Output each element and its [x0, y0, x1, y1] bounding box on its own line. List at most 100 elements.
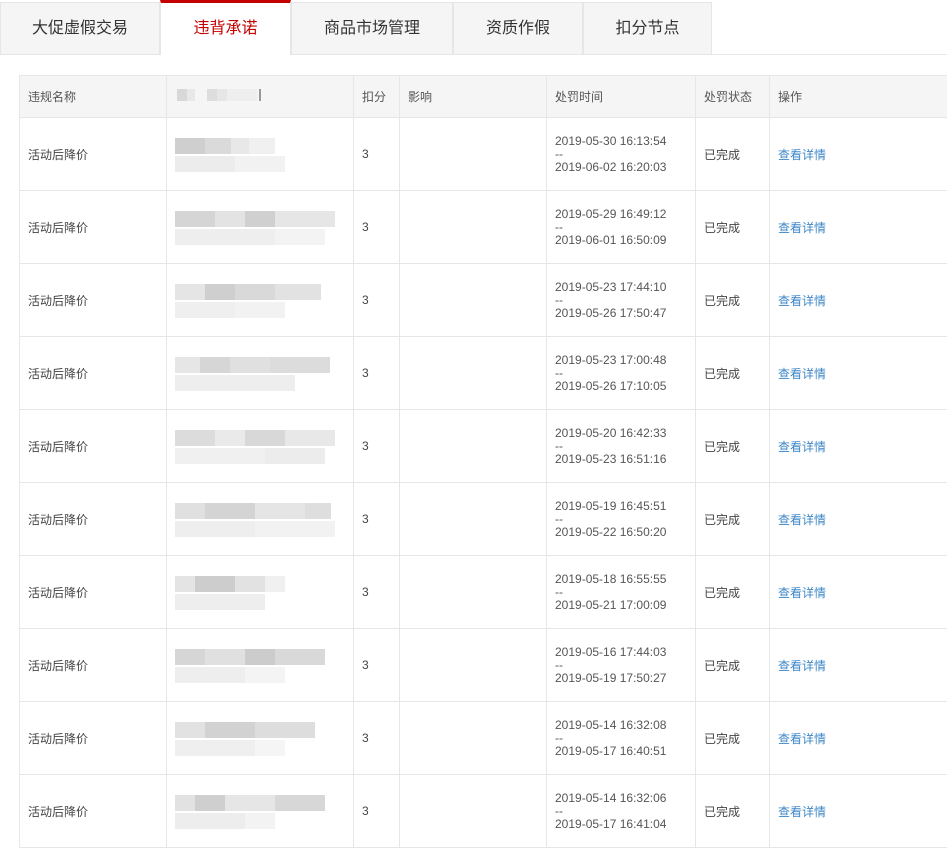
view-details-link[interactable]: 查看详情 — [778, 367, 826, 381]
cell-action: 查看详情 — [769, 774, 947, 848]
penalty-time-sep: -- — [555, 292, 563, 307]
penalty-time-sep: -- — [555, 365, 563, 380]
penalty-time-sep: -- — [555, 511, 563, 526]
cell-points: 3 — [353, 190, 400, 264]
redacted-product-mosaic — [175, 710, 345, 766]
table-row: 活动后降价 3 2019-05-14 16:32:06 -- 2019-05-17 16… — [19, 774, 947, 848]
violations-table: 违规名称 扣分 影响 处罚时间 处罚状态 操作 活动后降价 3 2019-05-… — [19, 75, 947, 848]
view-details-link[interactable]: 查看详情 — [778, 148, 826, 162]
penalty-time-end: 2019-06-02 16:20:03 — [555, 159, 667, 174]
table-row: 活动后降价 3 2019-05-29 16:49:12 -- 2019-06-01 16… — [19, 190, 947, 264]
cell-action: 查看详情 — [769, 117, 947, 191]
view-details-link[interactable]: 查看详情 — [778, 732, 826, 746]
cell-penalty-time: 2019-05-23 17:44:10 -- 2019-05-26 17:50:47 — [546, 263, 696, 337]
header-impact: 影响 — [399, 75, 547, 118]
view-details-link[interactable]: 查看详情 — [778, 513, 826, 527]
penalty-time-start: 2019-05-23 17:00:48 — [555, 352, 667, 367]
penalty-time-start: 2019-05-16 17:44:03 — [555, 644, 667, 659]
view-details-link[interactable]: 查看详情 — [778, 586, 826, 600]
redacted-product-mosaic — [175, 199, 345, 255]
table-row: 活动后降价 3 2019-05-14 16:32:08 -- 2019-05-17 16… — [19, 701, 947, 775]
penalty-time-start: 2019-05-14 16:32:06 — [555, 790, 667, 805]
cell-impact — [399, 628, 547, 702]
redacted-product-mosaic — [175, 491, 345, 547]
penalty-time-end: 2019-05-26 17:10:05 — [555, 378, 667, 393]
penalty-time-end: 2019-06-01 16:50:09 — [555, 232, 667, 247]
redacted-product-mosaic — [175, 637, 345, 693]
penalty-time-start: 2019-05-23 17:44:10 — [555, 279, 667, 294]
penalty-time-end: 2019-05-21 17:00:09 — [555, 597, 667, 612]
cell-impact — [399, 190, 547, 264]
cell-action: 查看详情 — [769, 190, 947, 264]
view-details-link[interactable]: 查看详情 — [778, 294, 826, 308]
tab-breach-of-promise[interactable]: 违背承诺 — [160, 0, 291, 55]
cell-action: 查看详情 — [769, 555, 947, 629]
penalty-time-sep: -- — [555, 730, 563, 745]
cell-penalty-status: 已完成 — [695, 117, 770, 191]
table-row: 活动后降价 3 2019-05-23 17:44:10 -- 2019-05-26 17… — [19, 263, 947, 337]
table-row: 活动后降价 3 2019-05-30 16:13:54 -- 2019-06-02 16… — [19, 117, 947, 191]
penalty-time-end: 2019-05-26 17:50:47 — [555, 305, 667, 320]
penalty-time-end: 2019-05-17 16:40:51 — [555, 743, 667, 758]
cell-points: 3 — [353, 482, 400, 556]
penalty-time-end: 2019-05-17 16:41:04 — [555, 816, 667, 831]
header-product — [166, 75, 354, 118]
cell-violation-name: 活动后降价 — [19, 263, 167, 337]
penalty-time-end: 2019-05-22 16:50:20 — [555, 524, 667, 539]
redacted-product-mosaic — [175, 564, 345, 620]
penalty-time-sep: -- — [555, 803, 563, 818]
cell-product-redacted — [166, 336, 354, 410]
penalty-time-sep: -- — [555, 219, 563, 234]
cell-violation-name: 活动后降价 — [19, 628, 167, 702]
cell-points: 3 — [353, 336, 400, 410]
tab-qualification-fraud[interactable]: 资质作假 — [453, 2, 583, 55]
cell-penalty-time: 2019-05-14 16:32:08 -- 2019-05-17 16:40:51 — [546, 701, 696, 775]
header-penalty-status: 处罚状态 — [695, 75, 770, 118]
tab-market-management[interactable]: 商品市场管理 — [291, 2, 453, 55]
cell-violation-name: 活动后降价 — [19, 336, 167, 410]
view-details-link[interactable]: 查看详情 — [778, 221, 826, 235]
penalty-time-start: 2019-05-14 16:32:08 — [555, 717, 667, 732]
cell-penalty-time: 2019-05-23 17:00:48 -- 2019-05-26 17:10:05 — [546, 336, 696, 410]
table-header-row: 违规名称 扣分 影响 处罚时间 处罚状态 操作 — [19, 75, 947, 118]
header-action: 操作 — [769, 75, 947, 118]
table-row: 活动后降价 3 2019-05-20 16:42:33 -- 2019-05-23 16… — [19, 409, 947, 483]
penalty-time-start: 2019-05-18 16:55:55 — [555, 571, 667, 586]
penalty-time-end: 2019-05-23 16:51:16 — [555, 451, 667, 466]
cell-points: 3 — [353, 628, 400, 702]
cell-impact — [399, 774, 547, 848]
table-row: 活动后降价 3 2019-05-18 16:55:55 -- 2019-05-21 17… — [19, 555, 947, 629]
cell-violation-name: 活动后降价 — [19, 190, 167, 264]
redacted-product-mosaic — [175, 783, 345, 839]
cell-penalty-time: 2019-05-20 16:42:33 -- 2019-05-23 16:51:16 — [546, 409, 696, 483]
redacted-product-mosaic — [175, 272, 345, 328]
penalty-time-sep: -- — [555, 146, 563, 161]
cell-penalty-status: 已完成 — [695, 774, 770, 848]
tab-deduction-nodes[interactable]: 扣分节点 — [583, 2, 712, 55]
cell-penalty-status: 已完成 — [695, 263, 770, 337]
cell-points: 3 — [353, 774, 400, 848]
redacted-product-mosaic — [175, 345, 345, 401]
cell-violation-name: 活动后降价 — [19, 409, 167, 483]
cell-impact — [399, 409, 547, 483]
cell-impact — [399, 263, 547, 337]
penalty-time-sep: -- — [555, 584, 563, 599]
cell-violation-name: 活动后降价 — [19, 555, 167, 629]
cell-penalty-time: 2019-05-30 16:13:54 -- 2019-06-02 16:20:03 — [546, 117, 696, 191]
cell-penalty-time: 2019-05-16 17:44:03 -- 2019-05-19 17:50:27 — [546, 628, 696, 702]
header-points: 扣分 — [353, 75, 400, 118]
cell-violation-name: 活动后降价 — [19, 774, 167, 848]
cell-points: 3 — [353, 263, 400, 337]
view-details-link[interactable]: 查看详情 — [778, 440, 826, 454]
cell-action: 查看详情 — [769, 482, 947, 556]
cell-impact — [399, 336, 547, 410]
tab-promo-fake-trade[interactable]: 大促虚假交易 — [0, 2, 160, 55]
redacted-header-mosaic — [175, 87, 275, 106]
cell-product-redacted — [166, 190, 354, 264]
view-details-link[interactable]: 查看详情 — [778, 805, 826, 819]
cell-penalty-status: 已完成 — [695, 482, 770, 556]
cell-action: 查看详情 — [769, 701, 947, 775]
cell-violation-name: 活动后降价 — [19, 482, 167, 556]
header-violation-name: 违规名称 — [19, 75, 167, 118]
view-details-link[interactable]: 查看详情 — [778, 659, 826, 673]
